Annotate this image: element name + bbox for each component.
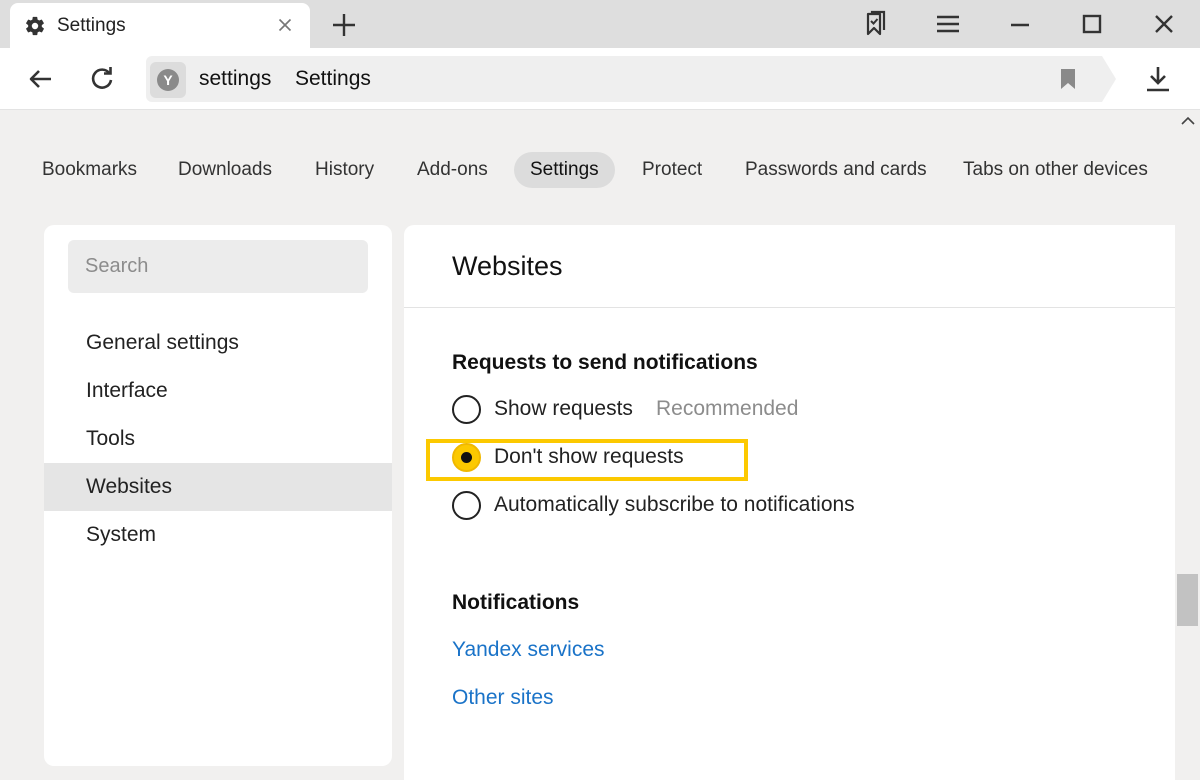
content-header: Websites: [404, 225, 1175, 308]
scrollbar-thumb[interactable]: [1177, 574, 1198, 626]
sidebar-item-system[interactable]: System: [44, 511, 392, 559]
link-yandex-services[interactable]: Yandex services: [452, 638, 605, 662]
sidebar-item-general-settings[interactable]: General settings: [44, 319, 392, 367]
sidebar-item-websites[interactable]: Websites: [44, 463, 392, 511]
radio-label: Show requests: [494, 397, 633, 420]
sidebar-item-interface[interactable]: Interface: [44, 367, 392, 415]
url-page-title: Settings: [295, 67, 371, 90]
gear-icon: [26, 16, 44, 36]
tab-settings[interactable]: Settings: [10, 3, 310, 48]
nav-history[interactable]: History: [299, 152, 390, 188]
close-window-icon[interactable]: [1150, 10, 1178, 38]
nav-settings[interactable]: Settings: [514, 152, 615, 188]
nav-passwords-and-cards[interactable]: Passwords and cards: [729, 152, 943, 188]
radio-label: Don't show requests: [494, 445, 684, 468]
collections-icon[interactable]: [861, 10, 889, 38]
settings-content: Websites Requests to send notifications …: [404, 225, 1175, 780]
reload-icon[interactable]: [87, 64, 117, 94]
url-host: settings: [199, 67, 272, 90]
page-title: Websites: [452, 251, 563, 281]
radio-button[interactable]: [452, 395, 481, 424]
notifications-section-title: Notifications: [452, 591, 580, 614]
radio-dont-show-requests[interactable]: Don't show requests: [452, 442, 742, 474]
bookmark-icon[interactable]: [1058, 68, 1078, 90]
radio-show-requests[interactable]: Show requests Recommended: [452, 394, 872, 426]
minimize-icon[interactable]: [1006, 10, 1034, 38]
title-bar: Settings: [0, 0, 1200, 48]
requests-section-title: Requests to send notifications: [452, 351, 758, 374]
address-bar[interactable]: Y settings Settings: [146, 56, 1116, 102]
new-tab-icon[interactable]: [330, 11, 358, 39]
scroll-up-arrow-icon[interactable]: [1181, 116, 1195, 126]
radio-auto-subscribe[interactable]: Automatically subscribe to notifications: [452, 490, 892, 522]
menu-icon[interactable]: [934, 10, 962, 38]
back-icon[interactable]: [26, 64, 56, 94]
radio-label: Automatically subscribe to notifications: [494, 493, 855, 516]
nav-protect[interactable]: Protect: [626, 152, 718, 188]
sidebar-item-tools[interactable]: Tools: [44, 415, 392, 463]
nav-downloads[interactable]: Downloads: [162, 152, 288, 188]
search-input[interactable]: [68, 240, 368, 293]
nav-add-ons[interactable]: Add-ons: [401, 152, 504, 188]
browser-toolbar: Y settings Settings: [0, 48, 1200, 110]
nav-tabs-on-other-devices[interactable]: Tabs on other devices: [947, 152, 1164, 188]
radio-button-checked[interactable]: [452, 443, 481, 472]
maximize-icon[interactable]: [1078, 10, 1106, 38]
recommended-hint: Recommended: [656, 397, 799, 420]
tab-title: Settings: [57, 15, 126, 36]
nav-bookmarks[interactable]: Bookmarks: [26, 152, 153, 188]
download-icon[interactable]: [1143, 64, 1173, 94]
settings-sidebar: General settings Interface Tools Website…: [44, 225, 392, 766]
close-tab-icon[interactable]: [274, 14, 296, 36]
site-info-icon[interactable]: Y: [150, 62, 186, 98]
radio-button[interactable]: [452, 491, 481, 520]
link-other-sites[interactable]: Other sites: [452, 686, 554, 710]
